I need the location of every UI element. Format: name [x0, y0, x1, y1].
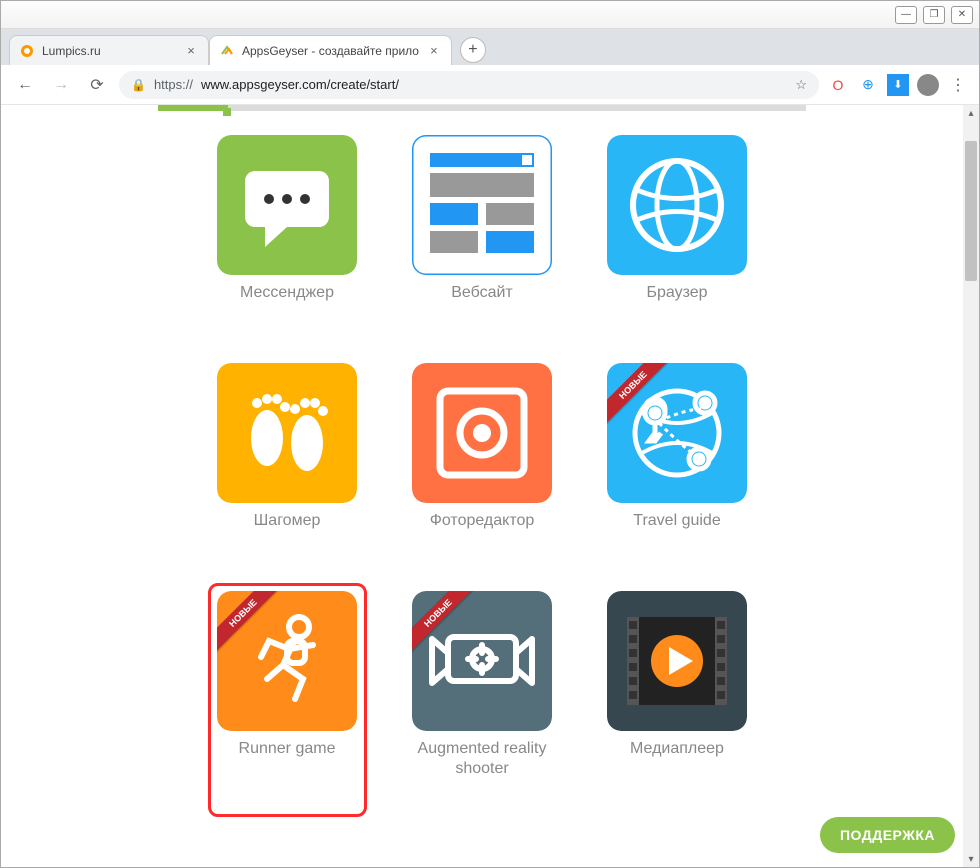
tab-title: AppsGeyser - создавайте прило — [242, 44, 419, 58]
template-label: Runner game — [200, 739, 375, 759]
window-minimize-button[interactable]: — — [895, 6, 917, 24]
new-tab-button[interactable]: + — [460, 37, 486, 63]
template-card-photoeditor[interactable]: Фоторедактор — [395, 363, 570, 531]
ribbon-label: НОВЫЕ — [412, 591, 479, 654]
browser-window: — ❐ ✕ Lumpics.ru × AppsGeyser - создавай… — [0, 0, 980, 868]
window-close-button[interactable]: ✕ — [951, 6, 973, 24]
extension-download-icon[interactable]: ⬇ — [887, 74, 909, 96]
new-ribbon: НОВЫЕ — [607, 363, 677, 433]
forward-button[interactable]: → — [47, 71, 75, 99]
tab-appsgeyser[interactable]: AppsGeyser - создавайте прило × — [209, 35, 452, 65]
window-maximize-button[interactable]: ❐ — [923, 6, 945, 24]
favicon-lumpics — [20, 44, 34, 58]
ribbon-label: НОВЫЕ — [607, 363, 674, 426]
new-ribbon: НОВЫЕ — [412, 591, 482, 661]
scroll-up-button[interactable]: ▴ — [963, 105, 979, 121]
tab-strip: Lumpics.ru × AppsGeyser - создавайте при… — [1, 29, 979, 65]
favicon-appsgeyser — [220, 44, 234, 58]
bookmark-star-icon[interactable]: ☆ — [795, 77, 807, 93]
extension-opera-icon[interactable]: O — [827, 74, 849, 96]
template-label: Браузер — [590, 283, 765, 303]
tab-close-button[interactable]: × — [427, 44, 441, 58]
browser-tile[interactable] — [607, 135, 747, 275]
ar-tile[interactable]: НОВЫЕ — [412, 591, 552, 731]
template-label: Travel guide — [590, 511, 765, 531]
travel-tile[interactable]: НОВЫЕ — [607, 363, 747, 503]
template-label: Мессенджер — [200, 283, 375, 303]
template-label: Шагомер — [200, 511, 375, 531]
support-button[interactable]: ПОДДЕРЖКА — [820, 817, 955, 853]
photoeditor-tile[interactable] — [412, 363, 552, 503]
template-label: Augmented reality shooter — [395, 739, 570, 779]
page-content: Мессенджер Вебсайт Браузер Шагомер Фоторедак… — [1, 105, 963, 867]
page-viewport: Мессенджер Вебсайт Браузер Шагомер Фоторедак… — [1, 105, 979, 867]
template-card-website[interactable]: Вебсайт — [395, 135, 570, 303]
runner-tile[interactable]: НОВЫЕ — [217, 591, 357, 731]
template-label: Медиаплеер — [590, 739, 765, 759]
template-card-mediaplayer[interactable]: Медиаплеер — [590, 591, 765, 779]
url-text: www.appsgeyser.com/create/start/ — [201, 77, 399, 92]
scrollbar-track[interactable] — [963, 121, 979, 851]
template-card-runner[interactable]: НОВЫЕ Runner game — [200, 591, 375, 779]
messenger-tile[interactable] — [217, 135, 357, 275]
template-card-pedometer[interactable]: Шагомер — [200, 363, 375, 531]
progress-bar — [158, 105, 806, 111]
pedometer-tile[interactable] — [217, 363, 357, 503]
back-button[interactable]: ← — [11, 71, 39, 99]
mediaplayer-tile[interactable] — [607, 591, 747, 731]
toolbar: ← → ⟳ 🔒 https:// www.appsgeyser.com/creat… — [1, 65, 979, 105]
scrollbar-thumb[interactable] — [965, 141, 977, 281]
extension-globe-icon[interactable]: ⊕ — [857, 74, 879, 96]
reload-button[interactable]: ⟳ — [83, 71, 111, 99]
template-card-ar[interactable]: НОВЫЕ Augmented reality shooter — [395, 591, 570, 779]
template-card-messenger[interactable]: Мессенджер — [200, 135, 375, 303]
tab-lumpics[interactable]: Lumpics.ru × — [9, 35, 209, 65]
new-ribbon: НОВЫЕ — [217, 591, 287, 661]
website-tile[interactable] — [412, 135, 552, 275]
address-bar[interactable]: 🔒 https:// www.appsgeyser.com/create/star… — [119, 71, 819, 99]
window-titlebar: — ❐ ✕ — [1, 1, 979, 29]
ribbon-label: НОВЫЕ — [217, 591, 284, 654]
scroll-down-button[interactable]: ▾ — [963, 851, 979, 867]
template-card-travel[interactable]: НОВЫЕ Travel guide — [590, 363, 765, 531]
template-label: Фоторедактор — [395, 511, 570, 531]
profile-avatar[interactable] — [917, 74, 939, 96]
browser-menu-button[interactable]: ⋮ — [947, 74, 969, 96]
lock-icon: 🔒 — [131, 78, 146, 92]
vertical-scrollbar[interactable]: ▴ ▾ — [963, 105, 979, 867]
url-protocol: https:// — [154, 77, 193, 92]
tab-title: Lumpics.ru — [42, 44, 101, 58]
template-label: Вебсайт — [395, 283, 570, 303]
template-card-browser[interactable]: Браузер — [590, 135, 765, 303]
template-grid: Мессенджер Вебсайт Браузер Шагомер Фоторедак… — [132, 135, 832, 779]
tab-close-button[interactable]: × — [184, 44, 198, 58]
